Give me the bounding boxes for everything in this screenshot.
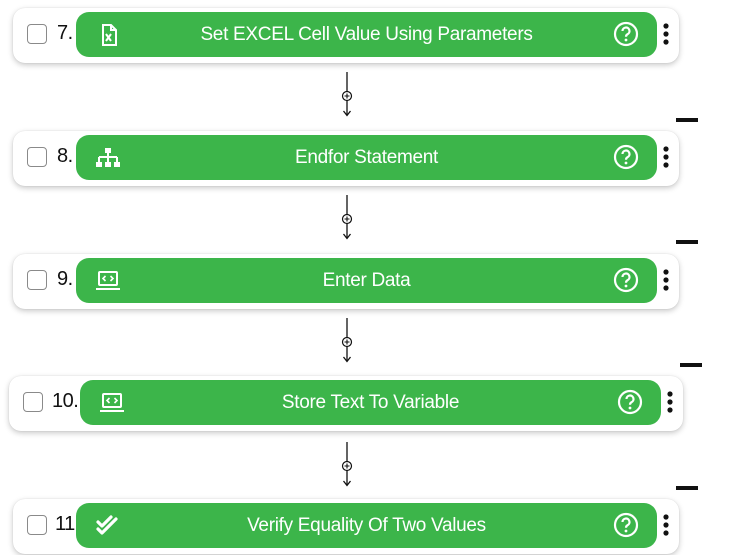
add-step-connector[interactable] [341, 70, 353, 118]
more-options-icon[interactable] [666, 390, 674, 414]
step-card-7[interactable]: 7. Set EXCEL Cell Value Using Parameters [13, 8, 679, 63]
step-action-button[interactable]: Enter Data [76, 258, 657, 303]
collapse-icon[interactable] [676, 486, 698, 490]
more-options-icon[interactable] [662, 145, 670, 169]
add-step-connector[interactable] [341, 440, 353, 488]
step-checkbox[interactable] [27, 24, 47, 44]
step-action-button[interactable]: Store Text To Variable [80, 380, 661, 425]
collapse-icon[interactable] [676, 240, 698, 244]
help-icon[interactable] [617, 389, 643, 415]
step-action-button[interactable]: Set EXCEL Cell Value Using Parameters [76, 12, 657, 57]
step-checkbox[interactable] [27, 270, 47, 290]
help-icon[interactable] [613, 512, 639, 538]
add-step-connector[interactable] [341, 316, 353, 364]
more-options-icon[interactable] [662, 22, 670, 46]
more-options-icon[interactable] [662, 268, 670, 292]
collapse-icon[interactable] [676, 118, 698, 122]
step-checkbox[interactable] [23, 392, 43, 412]
more-options-icon[interactable] [662, 513, 670, 537]
step-card-8[interactable]: 8. Endfor Statement [13, 131, 679, 186]
collapse-icon[interactable] [680, 363, 702, 367]
step-title: Enter Data [322, 270, 411, 291]
step-checkbox[interactable] [27, 515, 47, 535]
step-title: Set EXCEL Cell Value Using Parameters [200, 24, 533, 45]
step-title: Store Text To Variable [281, 392, 460, 413]
step-title: Endfor Statement [294, 147, 439, 168]
help-icon[interactable] [613, 21, 639, 47]
step-number: 8. [57, 145, 73, 167]
step-action-button[interactable]: Endfor Statement [76, 135, 657, 180]
step-number: 7. [57, 22, 73, 44]
help-icon[interactable] [613, 267, 639, 293]
step-title: Verify Equality Of Two Values [247, 515, 486, 536]
step-card-10[interactable]: 10. Store Text To Variable [9, 376, 683, 431]
help-icon[interactable] [613, 144, 639, 170]
step-number: 9. [57, 268, 73, 290]
step-card-11[interactable]: 11. Verify Equality Of Two Values [13, 499, 679, 554]
step-card-9[interactable]: 9. Enter Data [13, 254, 679, 309]
step-checkbox[interactable] [27, 147, 47, 167]
add-step-connector[interactable] [341, 193, 353, 241]
step-number: 10. [52, 390, 79, 412]
step-action-button[interactable]: Verify Equality Of Two Values [76, 503, 657, 548]
